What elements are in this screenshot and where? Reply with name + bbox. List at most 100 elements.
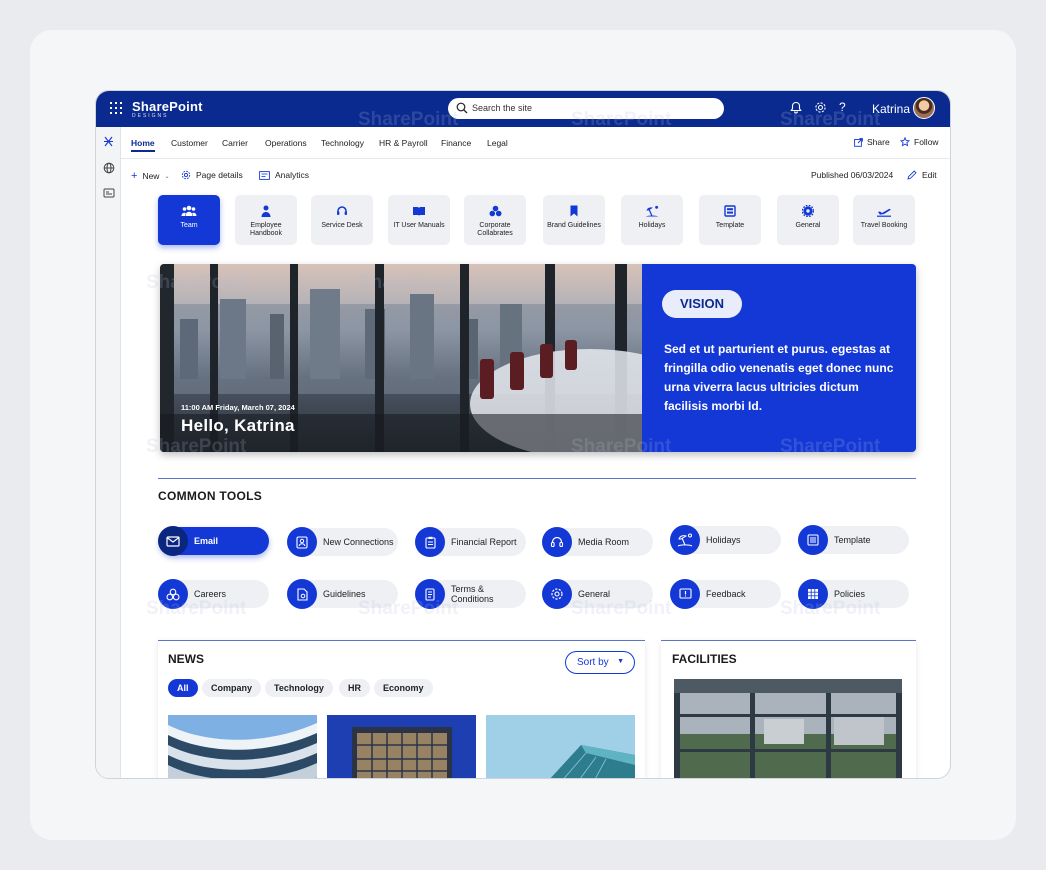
quicklink-brand-guidelines[interactable]: Brand Guidelines xyxy=(543,195,605,245)
tool-label: Careers xyxy=(194,589,227,599)
nav-customer[interactable]: Customer xyxy=(171,138,208,148)
sharepoint-home-icon[interactable] xyxy=(102,135,115,148)
nav-home[interactable]: Home xyxy=(131,138,155,152)
tool-terms-conditions[interactable]: Terms & Conditions xyxy=(415,579,526,609)
sort-by-dropdown[interactable]: Sort by ▼ xyxy=(565,651,635,674)
bookmark-icon xyxy=(570,205,578,217)
search-placeholder: Search the site xyxy=(472,103,533,113)
analytics-button[interactable]: Analytics xyxy=(259,170,309,180)
news-section: NEWS Sort by ▼ All Company Technology HR… xyxy=(158,640,645,778)
new-button[interactable]: + New ⌄ xyxy=(131,170,169,182)
bell-icon[interactable] xyxy=(790,101,802,119)
help-icon[interactable]: ? xyxy=(839,100,846,114)
tool-policies[interactable]: Policies xyxy=(798,579,909,609)
user-name[interactable]: Katrina xyxy=(872,102,910,116)
tool-holidays[interactable]: Holidays xyxy=(670,525,781,555)
news-feed-icon[interactable] xyxy=(102,186,115,199)
quicklink-holidays[interactable]: Holidays xyxy=(621,195,683,245)
quicklink-employee-handbook[interactable]: Employee Handbook xyxy=(235,195,297,245)
tool-template[interactable]: Template xyxy=(798,525,909,555)
site-navigation: Home Customer Carrier Operations Technol… xyxy=(121,127,950,159)
page-details-button[interactable]: Page details xyxy=(181,170,243,180)
book-icon xyxy=(413,207,425,216)
search-box[interactable]: Search the site xyxy=(448,98,724,119)
quicklink-team[interactable]: Team xyxy=(158,195,220,245)
app-launcher-icon[interactable] xyxy=(110,102,122,114)
filter-all[interactable]: All xyxy=(168,679,198,697)
quicklink-general[interactable]: General xyxy=(777,195,839,245)
news-image-architecture[interactable] xyxy=(168,715,317,778)
template-icon xyxy=(724,205,736,217)
news-image-skyscraper[interactable] xyxy=(486,715,635,778)
follow-label: Follow xyxy=(914,137,939,147)
analytics-label: Analytics xyxy=(275,170,310,180)
gear-icon xyxy=(542,579,572,609)
quicklink-corporate-collabrates[interactable]: Corporate Collabrates xyxy=(464,195,526,245)
tool-media-room[interactable]: Media Room xyxy=(542,527,653,557)
nav-legal[interactable]: Legal xyxy=(487,138,508,148)
star-icon xyxy=(900,137,910,147)
hero-greeting: Hello, Katrina xyxy=(181,416,295,435)
share-button[interactable]: Share xyxy=(854,137,890,147)
nav-operations[interactable]: Operations xyxy=(265,138,307,148)
quicklink-travel-booking[interactable]: Travel Booking xyxy=(853,195,915,245)
caret-down-icon: ▼ xyxy=(617,658,624,665)
facilities-title: FACILITIES xyxy=(672,652,737,666)
tool-email[interactable]: Email xyxy=(158,526,269,556)
edit-label: Edit xyxy=(922,170,937,180)
settings-gear-icon[interactable] xyxy=(814,101,827,119)
quicklink-template[interactable]: Template xyxy=(699,195,761,245)
plane-icon xyxy=(877,208,891,217)
common-tools-title: COMMON TOOLS xyxy=(158,489,263,503)
globe-icon[interactable] xyxy=(102,161,115,174)
sort-by-label: Sort by xyxy=(577,657,609,668)
user-avatar[interactable] xyxy=(913,97,935,119)
common-tools-divider xyxy=(158,478,916,479)
tool-new-connections[interactable]: New Connections xyxy=(287,527,398,557)
facilities-image[interactable] xyxy=(674,679,902,778)
new-label: New xyxy=(142,171,160,181)
plus-icon: + xyxy=(131,170,138,182)
tool-label: Policies xyxy=(834,589,866,599)
nav-carrier[interactable]: Carrier xyxy=(222,138,248,148)
tool-label: Email xyxy=(194,536,219,546)
filter-economy[interactable]: Economy xyxy=(374,679,433,697)
filter-company[interactable]: Company xyxy=(202,679,262,697)
tool-label: Feedback xyxy=(706,589,746,599)
tool-feedback[interactable]: Feedback xyxy=(670,579,781,609)
filter-hr[interactable]: HR xyxy=(339,679,370,697)
contact-icon xyxy=(287,527,317,557)
team-icon xyxy=(181,205,197,216)
tool-guidelines[interactable]: Guidelines xyxy=(287,579,398,609)
tool-label: General xyxy=(578,589,611,599)
quicklink-label: Brand Guidelines xyxy=(547,222,601,229)
tool-general[interactable]: General xyxy=(542,579,653,609)
logo-text: SharePoint xyxy=(132,99,203,114)
vision-text: Sed et ut parturient et purus. egestas a… xyxy=(664,342,894,413)
site-logo[interactable]: SharePoint DESIGNS xyxy=(132,99,203,119)
quicklink-label: Template xyxy=(715,222,745,229)
nav-hr-payroll[interactable]: HR & Payroll xyxy=(379,138,428,148)
share-label: Share xyxy=(867,137,890,147)
hero-timestamp: 11:00 AM Friday, March 07, 2024 xyxy=(181,403,295,412)
edit-button[interactable]: Edit xyxy=(907,170,937,180)
filter-technology[interactable]: Technology xyxy=(265,679,333,697)
nav-technology[interactable]: Technology xyxy=(321,138,364,148)
beach-icon xyxy=(645,205,659,217)
quicklink-label: Team xyxy=(180,222,198,229)
tool-financial-report[interactable]: Financial Report xyxy=(415,527,526,557)
news-image-building[interactable] xyxy=(327,715,476,778)
grid-icon xyxy=(798,579,828,609)
tool-label: Guidelines xyxy=(323,589,366,599)
quicklink-service-desk[interactable]: Service Desk xyxy=(311,195,373,245)
quicklink-it-user-manuals[interactable]: IT User Manuals xyxy=(388,195,450,245)
nav-finance[interactable]: Finance xyxy=(441,138,471,148)
follow-button[interactable]: Follow xyxy=(900,137,939,147)
logo-subtext: DESIGNS xyxy=(132,113,169,119)
headset-icon xyxy=(337,206,347,215)
quicklink-label: Corporate Collabrates xyxy=(477,222,513,237)
tool-careers[interactable]: Careers xyxy=(158,579,269,609)
published-date: Published 06/03/2024 xyxy=(811,170,894,180)
tool-label: Media Room xyxy=(578,537,630,547)
quicklink-label: IT User Manuals xyxy=(393,222,445,229)
